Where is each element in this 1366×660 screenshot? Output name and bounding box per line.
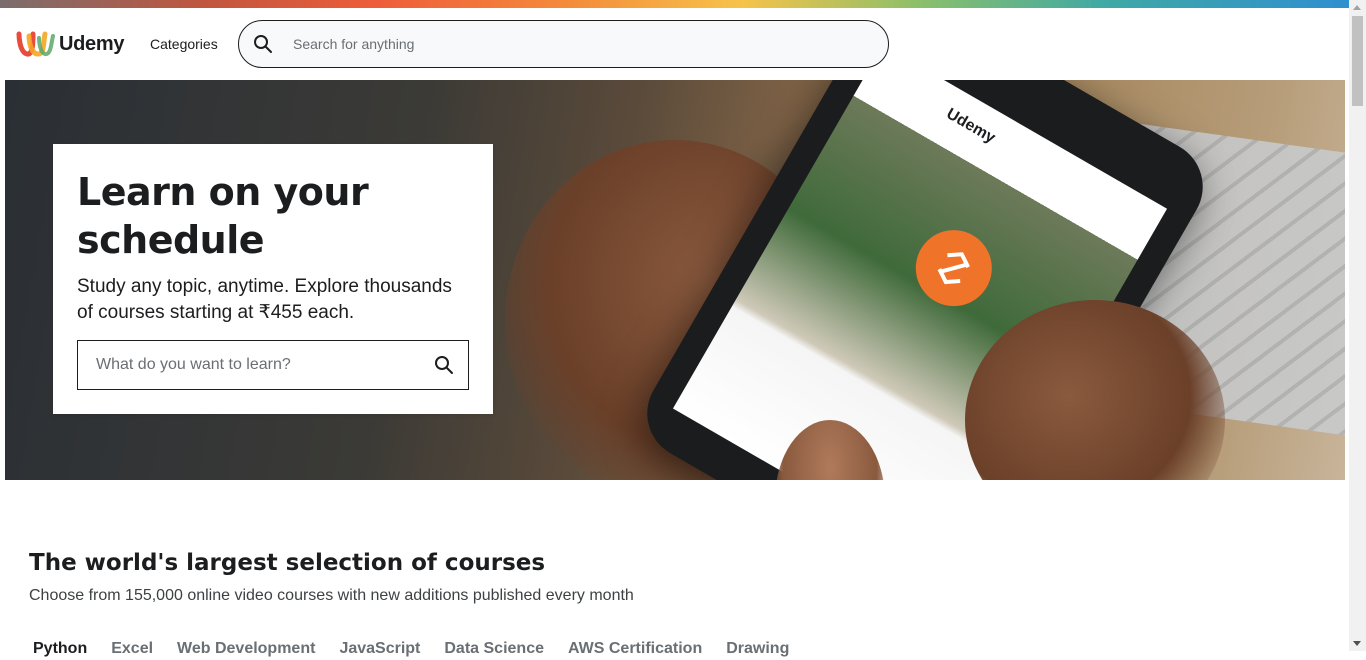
scroll-down-icon[interactable] [1353, 641, 1361, 646]
page-scrollbar[interactable] [1349, 0, 1366, 651]
hero-subtitle: Study any topic, anytime. Explore thousa… [77, 276, 452, 323]
tab-excel[interactable]: Excel [111, 640, 153, 660]
section-subtitle: Choose from 155,000 online video courses… [29, 587, 634, 604]
tab-data-science[interactable]: Data Science [444, 640, 544, 660]
udemy-logo[interactable]: Udemy [15, 28, 125, 60]
hero-search-input[interactable] [94, 341, 414, 389]
play-icon [901, 216, 1006, 321]
tab-drawing[interactable]: Drawing [726, 640, 789, 660]
hero-search-box[interactable] [77, 340, 469, 390]
scrollbar-thumb[interactable] [1352, 16, 1363, 106]
hero-card: Learn on your schedule Study any topic, … [53, 144, 493, 414]
hero-title: Learn on your schedule [77, 170, 369, 262]
udemy-logo-icon [16, 31, 55, 57]
section-title: The world's largest selection of courses [29, 550, 546, 576]
tab-python[interactable]: Python [33, 640, 87, 660]
topic-tabs: Python Excel Web Development JavaScript … [33, 640, 813, 660]
categories-menu[interactable]: Categories [150, 36, 218, 52]
header-search-input[interactable] [291, 21, 871, 67]
search-icon[interactable] [253, 34, 273, 59]
tab-web-development[interactable]: Web Development [177, 640, 315, 660]
scroll-up-icon[interactable] [1353, 5, 1361, 10]
header-search-bar[interactable] [238, 20, 889, 68]
search-icon[interactable] [434, 355, 454, 380]
phone-screen-logo: Udemy [943, 105, 999, 147]
tab-javascript[interactable]: JavaScript [339, 640, 420, 660]
top-rainbow-bar [0, 0, 1349, 8]
brand-name: Udemy [59, 32, 125, 55]
tab-aws-certification[interactable]: AWS Certification [568, 640, 702, 660]
site-header: Udemy Categories [0, 8, 1349, 80]
